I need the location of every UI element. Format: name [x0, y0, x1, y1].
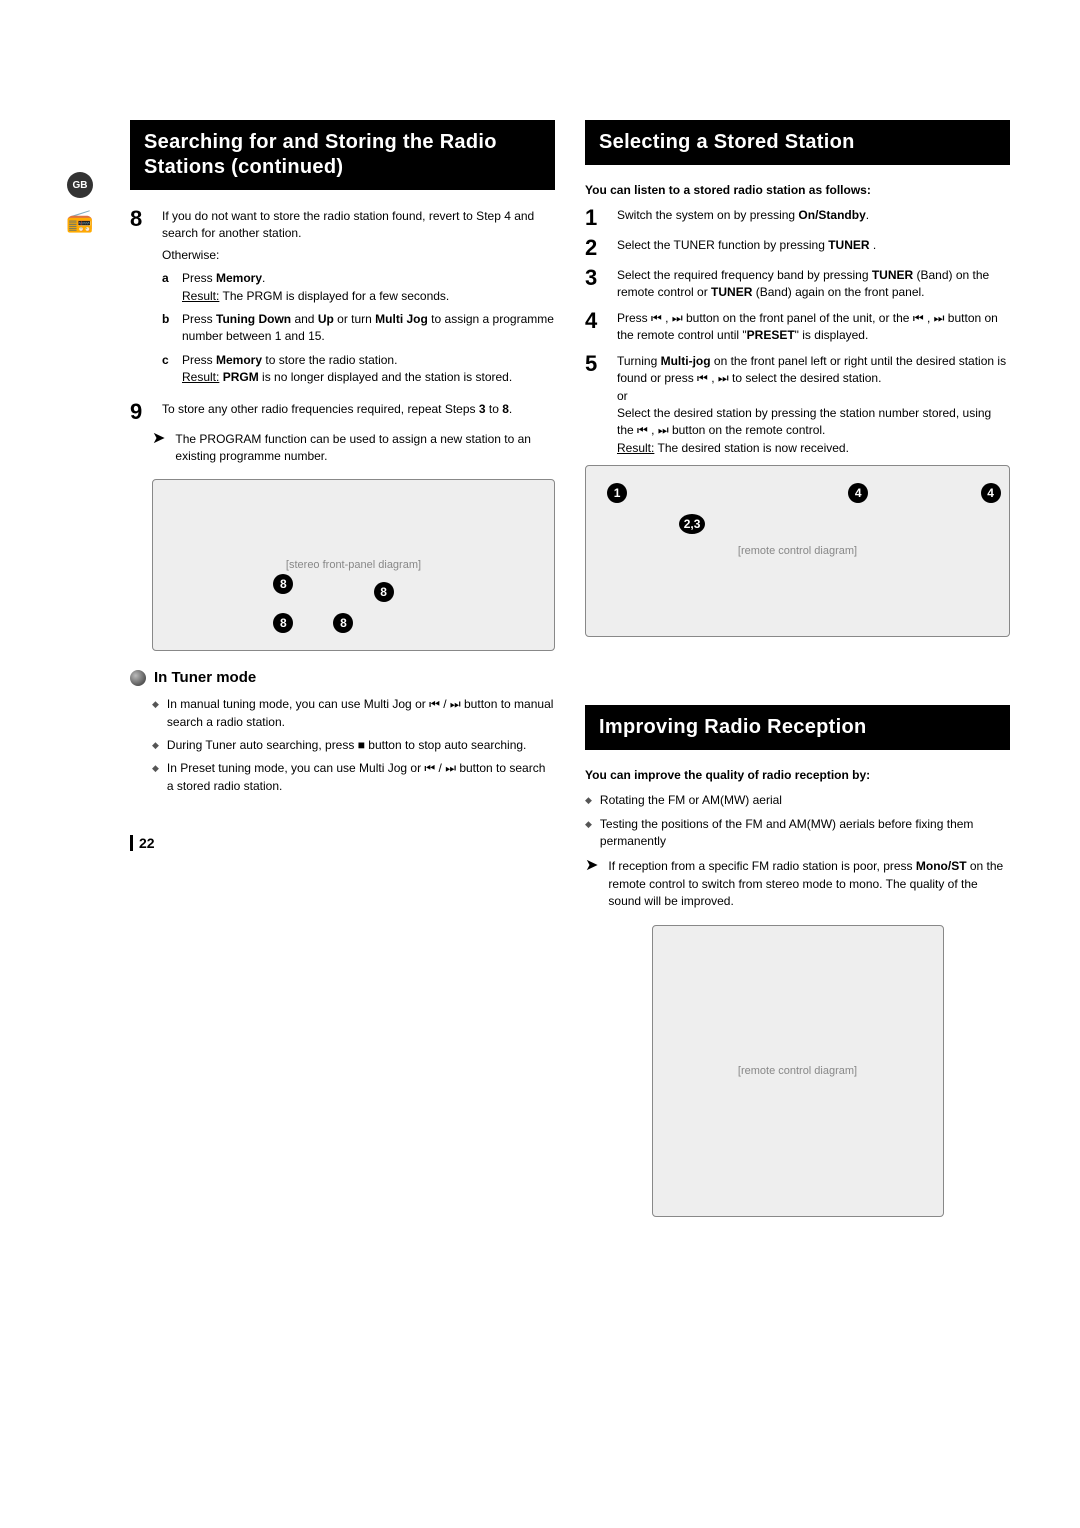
tuner-mode-list: In manual tuning mode, you can use Multi…: [152, 696, 555, 795]
left-gutter: GB 📻: [60, 120, 100, 1217]
step-body: Select the required frequency band by pr…: [617, 267, 1010, 302]
sub-text: Press Memory to store the radio station.…: [182, 352, 512, 387]
note-icon: [585, 858, 598, 910]
step8-otherwise: Otherwise:: [162, 247, 555, 264]
list-item: During Tuner auto searching, press ■ but…: [152, 737, 555, 754]
step-number: 3: [585, 267, 607, 302]
step-body: Select the TUNER function by pressing TU…: [617, 237, 1010, 259]
sub-text: Press Tuning Down and Up or turn Multi J…: [182, 311, 555, 346]
result-label: Result:: [182, 289, 219, 303]
step5-or: or: [617, 389, 628, 403]
page-num-text: 22: [139, 835, 155, 851]
subheading-improve: You can improve the quality of radio rec…: [585, 768, 1010, 782]
step-body: Press ⏮ , ⏭ button on the front panel of…: [617, 310, 1010, 345]
step5-text2: Select the desired station by pressing t…: [617, 406, 991, 437]
list-text: In Preset tuning mode, you can use Multi…: [167, 760, 555, 795]
device-diagram: [stereo front-panel diagram] 8 8 8 8: [152, 479, 555, 651]
heading-improve-reception: Improving Radio Reception: [585, 705, 1010, 750]
tuner-mode-heading: In Tuner mode: [130, 669, 555, 686]
left-column: Searching for and Storing the Radio Stat…: [130, 120, 555, 1217]
subheading-listen: You can listen to a stored radio station…: [585, 183, 1010, 197]
page-number: 22: [130, 835, 555, 851]
note-program: The PROGRAM function can be used to assi…: [152, 431, 555, 466]
improve-list: Rotating the FM or AM(MW) aerial Testing…: [585, 792, 1010, 850]
step-body: Turning Multi-jog on the front panel lef…: [617, 353, 1010, 457]
note-icon: [152, 431, 165, 466]
callout-4: 4: [848, 483, 868, 503]
tuner-mode-title: In Tuner mode: [154, 669, 256, 686]
sub-text: Press Memory. Result: The PRGM is displa…: [182, 270, 449, 305]
callout-2-3: 2,3: [679, 514, 705, 534]
step-3: 3 Select the required frequency band by …: [585, 267, 1010, 302]
sub-letter: a: [162, 270, 174, 305]
remote-diagram-2: [remote control diagram]: [652, 925, 944, 1217]
list-text: In manual tuning mode, you can use Multi…: [167, 696, 555, 731]
callout-8: 8: [374, 582, 394, 602]
step-body: Switch the system on by pressing On/Stan…: [617, 207, 1010, 229]
step-8: 8 If you do not want to store the radio …: [130, 208, 555, 393]
step-number: 4: [585, 310, 607, 345]
list-item: In manual tuning mode, you can use Multi…: [152, 696, 555, 731]
result-text: PRGM is no longer displayed and the stat…: [223, 370, 513, 384]
result-label: Result:: [617, 441, 654, 455]
radio-icon: 📻: [66, 210, 93, 232]
heading-select-stored: Selecting a Stored Station: [585, 120, 1010, 165]
step-number: 2: [585, 237, 607, 259]
step-number: 1: [585, 207, 607, 229]
step-body: To store any other radio frequencies req…: [162, 401, 555, 423]
heading-search-store: Searching for and Storing the Radio Stat…: [130, 120, 555, 190]
diagram-placeholder: [stereo front-panel diagram]: [286, 559, 421, 571]
callout-8: 8: [273, 613, 293, 633]
list-text: Testing the positions of the FM and AM(M…: [600, 816, 1010, 851]
page-bar: [130, 835, 133, 851]
callout-1: 1: [607, 483, 627, 503]
result-text: The PRGM is displayed for a few seconds.: [222, 289, 449, 303]
list-item: Testing the positions of the FM and AM(M…: [585, 816, 1010, 851]
diagram-placeholder: [remote control diagram]: [738, 1065, 857, 1077]
language-badge: GB: [67, 172, 93, 198]
page: GB 📻 Searching for and Storing the Radio…: [0, 0, 1080, 1277]
remote-diagram-1: [remote control diagram] 1 2,3 4 4: [585, 465, 1010, 637]
note-mono-st: If reception from a specific FM radio st…: [585, 858, 1010, 910]
step-9: 9 To store any other radio frequencies r…: [130, 401, 555, 423]
step-number: 8: [130, 208, 152, 393]
list-text: During Tuner auto searching, press ■ but…: [167, 737, 526, 754]
list-item: In Preset tuning mode, you can use Multi…: [152, 760, 555, 795]
step-number: 9: [130, 401, 152, 423]
result-text: The desired station is now received.: [657, 441, 848, 455]
list-item: Rotating the FM or AM(MW) aerial: [585, 792, 1010, 809]
step-2: 2 Select the TUNER function by pressing …: [585, 237, 1010, 259]
result-label: Result:: [182, 370, 219, 384]
step-body: If you do not want to store the radio st…: [162, 208, 555, 393]
note-text: If reception from a specific FM radio st…: [608, 858, 1010, 910]
step8-intro: If you do not want to store the radio st…: [162, 209, 534, 240]
callout-4: 4: [981, 483, 1001, 503]
step-number: 5: [585, 353, 607, 457]
note-text: The PROGRAM function can be used to assi…: [175, 431, 555, 466]
sub-b: b Press Tuning Down and Up or turn Multi…: [162, 311, 555, 346]
right-column: Selecting a Stored Station You can liste…: [585, 120, 1010, 1217]
sub-a: a Press Memory. Result: The PRGM is disp…: [162, 270, 555, 305]
step-5: 5 Turning Multi-jog on the front panel l…: [585, 353, 1010, 457]
step-4: 4 Press ⏮ , ⏭ button on the front panel …: [585, 310, 1010, 345]
sub-letter: b: [162, 311, 174, 346]
diagram-placeholder: [remote control diagram]: [738, 545, 857, 557]
bullet-icon: [130, 670, 146, 686]
callout-8: 8: [333, 613, 353, 633]
callout-8: 8: [273, 574, 293, 594]
sub-letter: c: [162, 352, 174, 387]
step8-sublist: a Press Memory. Result: The PRGM is disp…: [162, 270, 555, 386]
sub-c: c Press Memory to store the radio statio…: [162, 352, 555, 387]
step-1: 1 Switch the system on by pressing On/St…: [585, 207, 1010, 229]
list-text: Rotating the FM or AM(MW) aerial: [600, 792, 782, 809]
